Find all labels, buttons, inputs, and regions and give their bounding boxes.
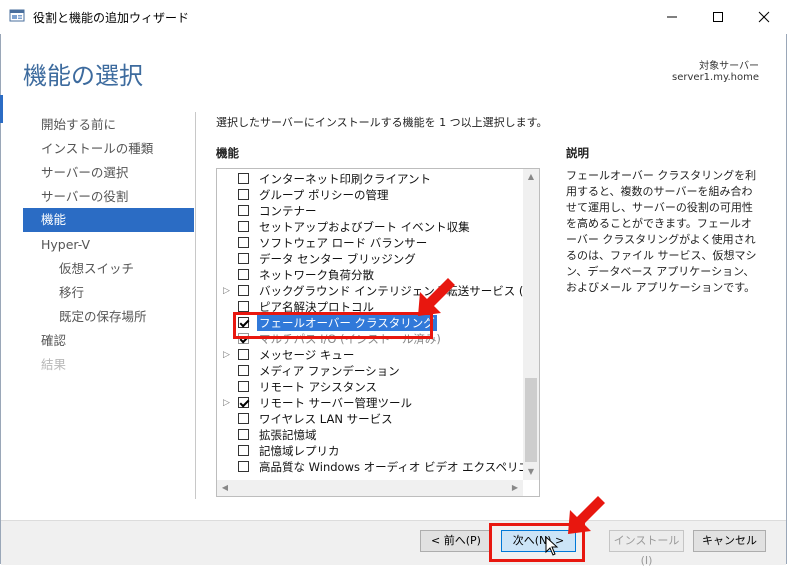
list-item[interactable]: コンテナー xyxy=(217,203,523,219)
scroll-left-icon[interactable]: ◀ xyxy=(217,480,233,496)
mouse-cursor-icon xyxy=(545,535,559,556)
checkbox[interactable] xyxy=(238,237,249,248)
checkbox[interactable] xyxy=(238,365,249,376)
feature-label: 高品質な Windows オーディオ ビデオ エクスペリエンス xyxy=(259,460,540,474)
server-manager-icon xyxy=(9,9,26,24)
list-item[interactable]: メディア ファンデーション xyxy=(217,363,523,379)
feature-label: コンテナー xyxy=(259,204,317,218)
feature-label: 拡張記憶域 xyxy=(259,428,317,442)
checkbox[interactable] xyxy=(238,173,249,184)
scroll-right-icon[interactable]: ▶ xyxy=(507,480,523,496)
maximize-button[interactable] xyxy=(695,0,741,34)
close-button[interactable] xyxy=(741,0,787,34)
feature-description: フェールオーバー クラスタリングを利用すると、複数のサーバーを組み合わせて運用し… xyxy=(566,169,757,294)
expand-triangle-icon[interactable]: ▷ xyxy=(223,395,233,411)
nav-item-migration[interactable]: 移行 xyxy=(23,281,194,305)
feature-label: ワイヤレス LAN サービス xyxy=(259,412,393,426)
list-item[interactable]: 記憶域レプリカ xyxy=(217,443,523,459)
expand-triangle-icon[interactable]: ▷ xyxy=(223,283,233,299)
page-title: 機能の選択 xyxy=(23,62,143,90)
nav-item-before-you-begin[interactable]: 開始する前に xyxy=(23,113,194,137)
checkbox[interactable] xyxy=(238,221,249,232)
list-item[interactable]: グループ ポリシーの管理 xyxy=(217,187,523,203)
list-item[interactable]: データ センター ブリッジング xyxy=(217,251,523,267)
scroll-up-icon[interactable]: ▲ xyxy=(523,169,539,185)
target-server-label: 対象サーバー xyxy=(699,61,759,72)
feature-label: リモート アシスタンス xyxy=(259,380,377,394)
list-item[interactable]: 高品質な Windows オーディオ ビデオ エクスペリエンス xyxy=(217,459,539,475)
install-button: インストール(I) xyxy=(609,530,684,567)
feature-label: リモート サーバー管理ツール xyxy=(259,396,413,410)
checkbox[interactable] xyxy=(238,461,249,472)
checkbox[interactable] xyxy=(238,301,249,312)
description-heading: 説明 xyxy=(566,146,589,160)
previous-button[interactable]: < 前へ(P) xyxy=(420,530,492,552)
checkbox[interactable] xyxy=(238,285,249,296)
window-title: 役割と機能の追加ウィザード xyxy=(33,11,190,25)
window-edge-accent xyxy=(0,95,3,123)
list-item[interactable]: ▷ リモート サーバー管理ツール xyxy=(217,395,523,411)
nav-divider xyxy=(195,112,196,499)
list-item[interactable]: リモート アシスタンス xyxy=(217,379,523,395)
checkbox[interactable] xyxy=(238,413,249,424)
feature-label: データ センター ブリッジング xyxy=(259,252,416,266)
horizontal-scrollbar[interactable] xyxy=(217,480,523,496)
list-item[interactable]: 拡張記憶域 xyxy=(217,427,523,443)
nav-item-server-selection[interactable]: サーバーの選択 xyxy=(23,161,194,185)
instruction-text: 選択したサーバーにインストールする機能を 1 つ以上選択します。 xyxy=(216,116,548,129)
target-server-name: server1.my.home xyxy=(672,72,759,83)
list-item[interactable]: ネットワーク負荷分散 xyxy=(217,267,523,283)
checkbox[interactable] xyxy=(238,189,249,200)
list-item[interactable]: ▷ メッセージ キュー xyxy=(217,347,523,363)
feature-label: グループ ポリシーの管理 xyxy=(259,188,389,202)
feature-label: セットアップおよびブート イベント収集 xyxy=(259,220,470,234)
checkbox[interactable] xyxy=(238,381,249,392)
cancel-button[interactable]: キャンセル xyxy=(693,530,766,552)
checkbox[interactable] xyxy=(238,253,249,264)
checkbox[interactable] xyxy=(238,349,249,360)
feature-label: ネットワーク負荷分散 xyxy=(259,268,374,282)
feature-label: 記憶域レプリカ xyxy=(259,444,340,458)
highlight-box-feature xyxy=(233,312,433,339)
nav-item-installation-type[interactable]: インストールの種類 xyxy=(23,137,194,161)
list-item[interactable]: ソフトウェア ロード バランサー xyxy=(217,235,523,251)
list-item[interactable]: セットアップおよびブート イベント収集 xyxy=(217,219,523,235)
nav-item-features[interactable]: 機能 xyxy=(23,208,194,232)
feature-label: ソフトウェア ロード バランサー xyxy=(259,236,428,250)
minimize-button[interactable] xyxy=(649,0,695,34)
nav-item-confirmation[interactable]: 確認 xyxy=(23,329,194,353)
list-item[interactable]: ▷ バックグラウンド インテリジェント転送サービス (BITS) xyxy=(217,283,539,299)
nav-item-virtual-switches[interactable]: 仮想スイッチ xyxy=(23,257,194,281)
scroll-down-icon[interactable]: ▼ xyxy=(523,464,539,480)
feature-label: バックグラウンド インテリジェント転送サービス (BITS) xyxy=(259,284,540,298)
nav-item-server-roles[interactable]: サーバーの役割 xyxy=(23,185,194,209)
list-item[interactable]: ワイヤレス LAN サービス xyxy=(217,411,523,427)
features-heading: 機能 xyxy=(216,146,239,160)
expand-triangle-icon[interactable]: ▷ xyxy=(223,347,233,363)
checkbox[interactable] xyxy=(238,429,249,440)
feature-label: メディア ファンデーション xyxy=(259,364,400,378)
red-arrow-icon xyxy=(562,490,612,538)
checkbox-checked[interactable] xyxy=(238,397,249,408)
nav-item-default-stores[interactable]: 既定の保存場所 xyxy=(23,305,194,329)
red-arrow-icon xyxy=(412,272,462,320)
list-item[interactable]: インターネット印刷クライアント xyxy=(217,171,523,187)
nav-item-results: 結果 xyxy=(41,357,67,372)
feature-label: インターネット印刷クライアント xyxy=(259,172,432,186)
scrollbar-thumb[interactable] xyxy=(525,378,537,462)
feature-label: メッセージ キュー xyxy=(259,348,355,362)
checkbox[interactable] xyxy=(238,269,249,280)
checkbox[interactable] xyxy=(238,205,249,216)
nav-item-hyper-v[interactable]: Hyper-V xyxy=(23,233,194,257)
checkbox[interactable] xyxy=(238,445,249,456)
